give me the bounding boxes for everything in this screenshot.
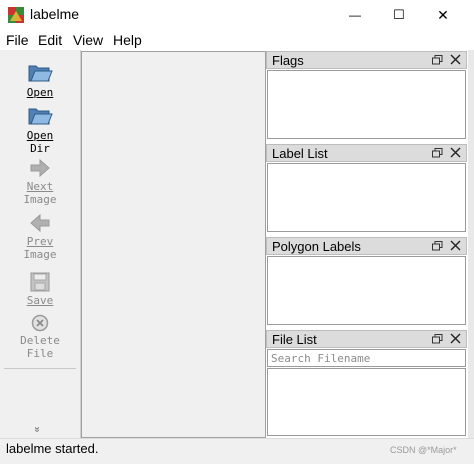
- dock-close-icon[interactable]: [450, 333, 461, 344]
- save-button[interactable]: Save: [0, 272, 80, 307]
- close-window-button[interactable]: ✕: [420, 0, 466, 30]
- next-image-button[interactable]: Next Image: [0, 158, 80, 206]
- menu-view[interactable]: View: [73, 32, 103, 48]
- label-list-dock-header[interactable]: Label List: [266, 144, 467, 162]
- dock-float-icon[interactable]: [432, 241, 443, 251]
- dock-close-icon[interactable]: [450, 54, 461, 65]
- polygon-labels-list[interactable]: [267, 256, 466, 325]
- polygon-labels-dock-title: Polygon Labels: [272, 239, 361, 254]
- toolbar-separator: [4, 368, 76, 369]
- save-icon: [30, 272, 50, 292]
- prev-image-label-1: Prev: [26, 235, 54, 248]
- dock-float-icon[interactable]: [432, 148, 443, 158]
- window-title: labelme: [30, 6, 80, 22]
- label-list-dock: Label List: [266, 144, 467, 232]
- open-dir-button[interactable]: Open Dir: [0, 103, 80, 155]
- menu-help[interactable]: Help: [113, 32, 142, 48]
- delete-file-label-2: File: [26, 347, 54, 360]
- file-list-dock: File List: [266, 330, 467, 437]
- open-dir-label-2: Dir: [30, 142, 50, 155]
- folder-open-icon: [28, 108, 53, 125]
- menu-file[interactable]: File: [6, 32, 29, 48]
- menu-bar: [0, 30, 474, 50]
- folder-open-icon: [28, 65, 53, 82]
- delete-icon: [31, 314, 49, 332]
- close-icon: ✕: [437, 6, 449, 23]
- dock-close-icon[interactable]: [450, 147, 461, 158]
- flags-dock-title: Flags: [272, 53, 304, 68]
- dock-float-icon[interactable]: [432, 334, 443, 344]
- next-image-label-2: Image: [23, 193, 57, 206]
- polygon-labels-dock: Polygon Labels: [266, 237, 467, 325]
- menu-edit[interactable]: Edit: [38, 32, 62, 48]
- labelme-app-icon: [8, 7, 24, 23]
- minimize-icon: —: [349, 8, 361, 22]
- image-canvas[interactable]: [81, 51, 266, 438]
- polygon-labels-dock-header[interactable]: Polygon Labels: [266, 237, 467, 255]
- delete-file-label-1: Delete: [20, 334, 60, 347]
- arrow-right-icon: [30, 158, 50, 178]
- file-list-dock-title: File List: [272, 332, 317, 347]
- dock-close-icon[interactable]: [450, 240, 461, 251]
- toolbar-extension-icon[interactable]: »: [31, 427, 42, 433]
- label-list-dock-title: Label List: [272, 146, 328, 161]
- background-window-edge: [468, 50, 474, 438]
- dock-float-icon[interactable]: [432, 55, 443, 65]
- next-image-label-1: Next: [26, 180, 54, 193]
- prev-image-button[interactable]: Prev Image: [0, 213, 80, 261]
- prev-image-label-2: Image: [23, 248, 57, 261]
- watermark: CSDN @*Major*: [390, 445, 457, 455]
- save-label: Save: [26, 294, 54, 307]
- file-list-dock-header[interactable]: File List: [266, 330, 467, 348]
- delete-file-button[interactable]: Delete File: [0, 314, 80, 360]
- maximize-icon: ☐: [393, 7, 405, 22]
- label-list[interactable]: [267, 163, 466, 232]
- arrow-left-icon: [30, 213, 50, 233]
- flags-dock-header[interactable]: Flags: [266, 51, 467, 69]
- maximize-button[interactable]: ☐: [376, 0, 422, 30]
- flags-list[interactable]: [267, 70, 466, 139]
- flags-dock: Flags: [266, 51, 467, 139]
- open-button[interactable]: Open: [0, 60, 80, 99]
- open-label: Open: [26, 86, 54, 99]
- status-message: labelme started.: [6, 441, 99, 456]
- search-filename-input[interactable]: [267, 349, 466, 367]
- open-dir-label-1: Open: [26, 129, 54, 142]
- file-list[interactable]: [267, 368, 466, 436]
- minimize-button[interactable]: —: [332, 0, 378, 30]
